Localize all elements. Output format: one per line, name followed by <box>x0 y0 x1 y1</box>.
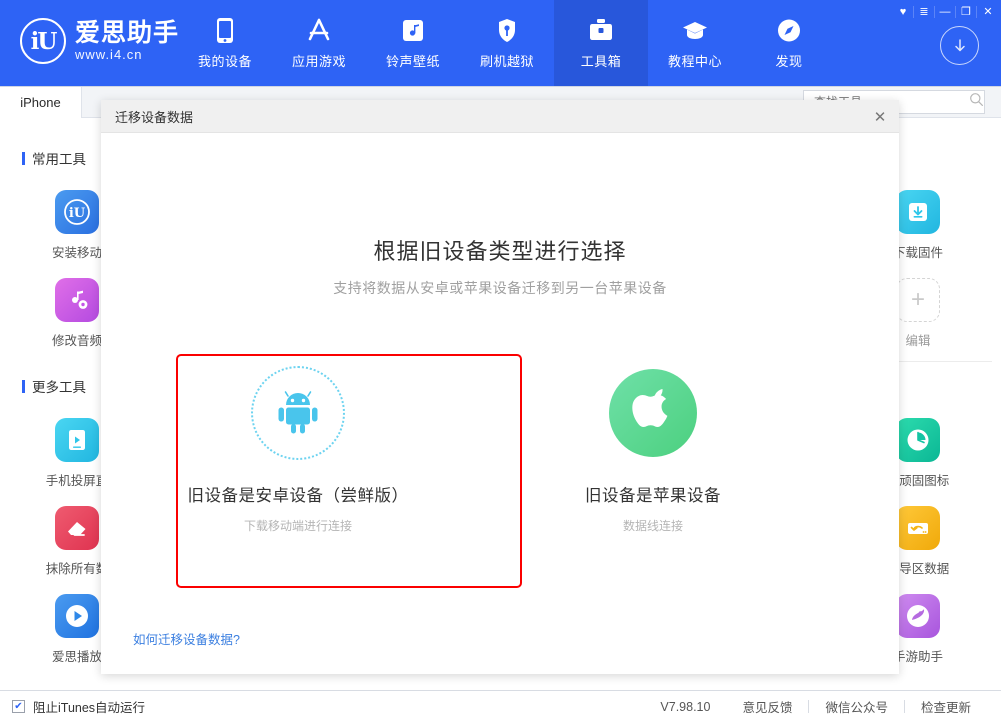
nav-item-apps-games[interactable]: 应用游戏 <box>272 0 366 86</box>
choice-old-device-android[interactable]: 旧设备是安卓设备（尝鲜版） 下载移动端进行连接 <box>145 354 451 534</box>
game-assistant-icon <box>896 594 940 638</box>
group-title-more-tools: 更多工具 <box>22 376 86 396</box>
appstore-icon <box>305 16 333 44</box>
apple-art <box>609 354 697 472</box>
minimize-icon[interactable]: — <box>935 2 955 21</box>
brand-logo[interactable]: iU 爱思助手 www.i4.cn <box>20 18 179 64</box>
nav-label: 铃声壁纸 <box>386 51 440 70</box>
tool-label: 手游助手 <box>893 646 943 665</box>
nav-label: 刷机越狱 <box>480 51 534 70</box>
choice-description: 下载移动端进行连接 <box>244 517 352 534</box>
music-box-icon <box>401 16 425 44</box>
dialog-body: 根据旧设备类型进行选择 支持将数据从安卓或苹果设备迁移到另一台苹果设备 <box>101 133 899 674</box>
migrate-device-data-dialog: 迁移设备数据 ✕ 根据旧设备类型进行选择 支持将数据从安卓或苹果设备迁移到另一台… <box>101 100 899 674</box>
close-icon[interactable]: ✕ <box>871 108 889 126</box>
brand-text: 爱思助手 www.i4.cn <box>75 19 179 63</box>
how-to-migrate-link[interactable]: 如何迁移设备数据? <box>133 629 240 648</box>
phone-icon <box>215 16 235 44</box>
tool-label: 抹除所有数 <box>46 558 109 577</box>
maximize-icon[interactable]: ❐ <box>956 2 976 21</box>
choice-title: 旧设备是安卓设备（尝鲜版） <box>188 482 409 506</box>
clock-icon <box>896 418 940 462</box>
plus-icon: + <box>896 278 940 322</box>
brand-mark-icon: iU <box>20 18 66 64</box>
feedback-link[interactable]: 意见反馈 <box>726 697 808 716</box>
play-icon <box>55 594 99 638</box>
prevent-itunes-row[interactable]: ✔ 阻止iTunes自动运行 <box>12 697 145 716</box>
download-firmware-icon <box>896 190 940 234</box>
nav-label: 应用游戏 <box>292 51 346 70</box>
download-circle-icon[interactable] <box>940 26 979 65</box>
nav-item-toolbox[interactable]: 工具箱 <box>554 0 648 86</box>
choice-old-device-apple[interactable]: 旧设备是苹果设备 数据线连接 <box>500 354 806 534</box>
prevent-itunes-label: 阻止iTunes自动运行 <box>33 697 145 716</box>
graduation-cap-icon <box>681 16 709 44</box>
dialog-titlebar: 迁移设备数据 ✕ <box>101 100 899 133</box>
search-icon[interactable] <box>969 92 984 112</box>
nav-label: 工具箱 <box>581 51 622 70</box>
restore-icon <box>896 506 940 550</box>
app-window: iU 爱思助手 www.i4.cn 我的设备 应用游戏 <box>0 0 1001 722</box>
shield-icon <box>496 16 518 44</box>
nav-item-flash-jailbreak[interactable]: 刷机越狱 <box>460 0 554 86</box>
version-label: V7.98.10 <box>644 700 726 714</box>
brand-url: www.i4.cn <box>75 47 179 63</box>
tool-label: 手机投屏直 <box>46 470 109 489</box>
check-update-link[interactable]: 检查更新 <box>905 697 987 716</box>
nav-item-ringtones-wallpapers[interactable]: 铃声壁纸 <box>366 0 460 86</box>
window-controls: ♥ ≣ — ❐ ✕ <box>893 2 999 21</box>
screen-cast-icon <box>55 418 99 462</box>
app-header: iU 爱思助手 www.i4.cn 我的设备 应用游戏 <box>0 0 1001 86</box>
android-robot-icon <box>272 385 324 442</box>
compass-icon <box>776 16 802 44</box>
dialog-heading: 根据旧设备类型进行选择 <box>101 234 899 266</box>
apple-circle <box>609 369 697 457</box>
apple-logo-icon <box>629 384 677 443</box>
tool-label: 安装移动 <box>52 242 102 261</box>
menu-list-icon[interactable]: ≣ <box>914 2 934 21</box>
tool-label: 编辑 <box>905 330 930 349</box>
device-tab-iphone[interactable]: iPhone <box>0 87 82 118</box>
nav-label: 我的设备 <box>198 51 252 70</box>
wechat-link[interactable]: 微信公众号 <box>809 697 904 716</box>
footer-links: V7.98.10 意见反馈 微信公众号 检查更新 <box>644 697 987 716</box>
prevent-itunes-checkbox[interactable]: ✔ <box>12 700 25 713</box>
nav-item-discover[interactable]: 发现 <box>742 0 836 86</box>
nav-label: 教程中心 <box>668 51 722 70</box>
nav-item-tutorial-center[interactable]: 教程中心 <box>648 0 742 86</box>
dialog-subheading: 支持将数据从安卓或苹果设备迁移到另一台苹果设备 <box>101 278 899 298</box>
nav-label: 发现 <box>775 51 802 70</box>
status-bar: ✔ 阻止iTunes自动运行 V7.98.10 意见反馈 微信公众号 检查更新 <box>0 690 1001 722</box>
nav-item-my-device[interactable]: 我的设备 <box>178 0 272 86</box>
dialog-title: 迁移设备数据 <box>115 107 193 126</box>
choice-title: 旧设备是苹果设备 <box>585 482 721 506</box>
audio-edit-icon <box>55 278 99 322</box>
tool-label: 修改音频 <box>52 330 102 349</box>
toolbox-icon <box>588 16 614 44</box>
svg-text:iU: iU <box>69 206 86 221</box>
group-title-common-tools: 常用工具 <box>22 148 86 168</box>
dotted-ring <box>251 366 345 460</box>
i4-app-icon: iU <box>55 190 99 234</box>
pin-icon[interactable]: ♥ <box>893 2 913 21</box>
tool-label: 下载固件 <box>893 242 943 261</box>
close-icon[interactable]: ✕ <box>977 2 999 21</box>
eraser-icon <box>55 506 99 550</box>
brand-name: 爱思助手 <box>75 19 179 47</box>
choice-description: 数据线连接 <box>623 517 683 534</box>
tool-label: 爱思播放 <box>52 646 102 665</box>
main-nav: 我的设备 应用游戏 铃声壁纸 刷机越狱 <box>178 0 836 86</box>
android-art <box>251 354 345 472</box>
